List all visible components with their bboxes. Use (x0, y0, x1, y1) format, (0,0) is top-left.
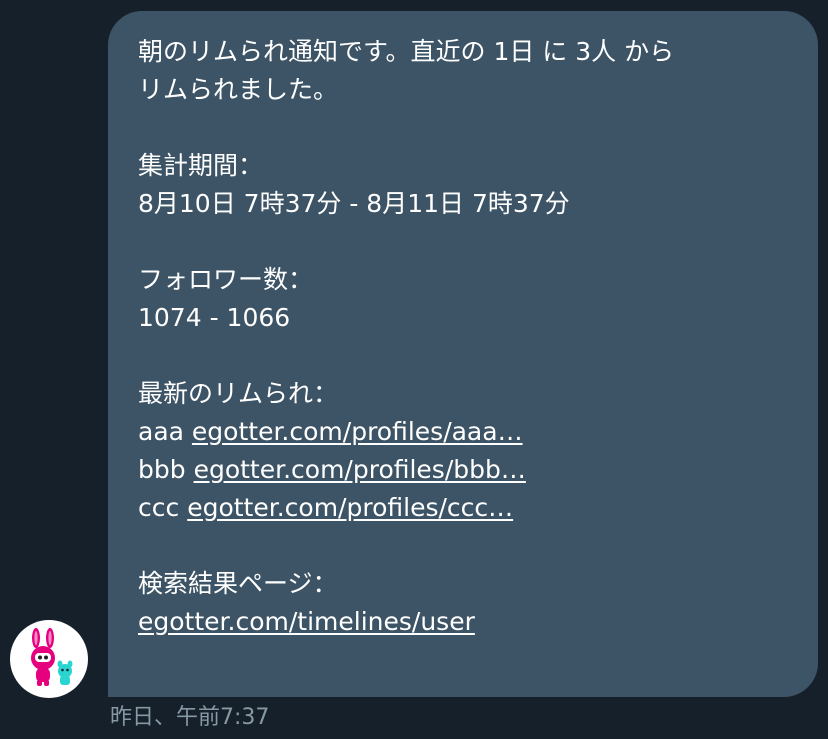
latest-unfollowers-heading: 最新のリムられ： (138, 379, 339, 408)
followers-heading: フォロワー数： (138, 265, 314, 294)
bunny-mascot-icon (31, 628, 73, 686)
unfollower-name: ccc (138, 493, 180, 522)
unfollower-profile-link[interactable]: egotter.com/profiles/ccc… (187, 493, 513, 522)
unfollower-name: aaa (138, 417, 184, 446)
message-intro-line-2: リムられました。 (138, 75, 339, 104)
message-timestamp: 昨日、午前7:37 (110, 705, 270, 730)
message-intro-line: 朝のリムられ通知です。直近の 1日 に 3人 から (138, 37, 675, 66)
search-results-link[interactable]: egotter.com/timelines/user (138, 607, 475, 636)
search-results-row: egotter.com/timelines/user (138, 603, 794, 641)
unfollower-profile-link[interactable]: egotter.com/profiles/aaa… (192, 417, 523, 446)
unfollower-name: bbb (138, 455, 186, 484)
search-results-heading: 検索結果ページ： (138, 569, 338, 598)
unfollower-row: bbb egotter.com/profiles/bbb… (138, 451, 794, 489)
followers-value: 1074 - 1066 (138, 303, 291, 332)
unfollower-row: aaa egotter.com/profiles/aaa… (138, 413, 794, 451)
message-bubble: 朝のリムられ通知です。直近の 1日 に 3人 から リムられました。 集計期間：… (108, 11, 818, 697)
unfollower-row: ccc egotter.com/profiles/ccc… (138, 489, 794, 527)
sender-avatar[interactable] (10, 620, 88, 698)
period-value: 8月10日 7時37分 - 8月11日 7時37分 (138, 189, 570, 218)
unfollower-profile-link[interactable]: egotter.com/profiles/bbb… (194, 455, 526, 484)
period-heading: 集計期間： (138, 151, 264, 180)
